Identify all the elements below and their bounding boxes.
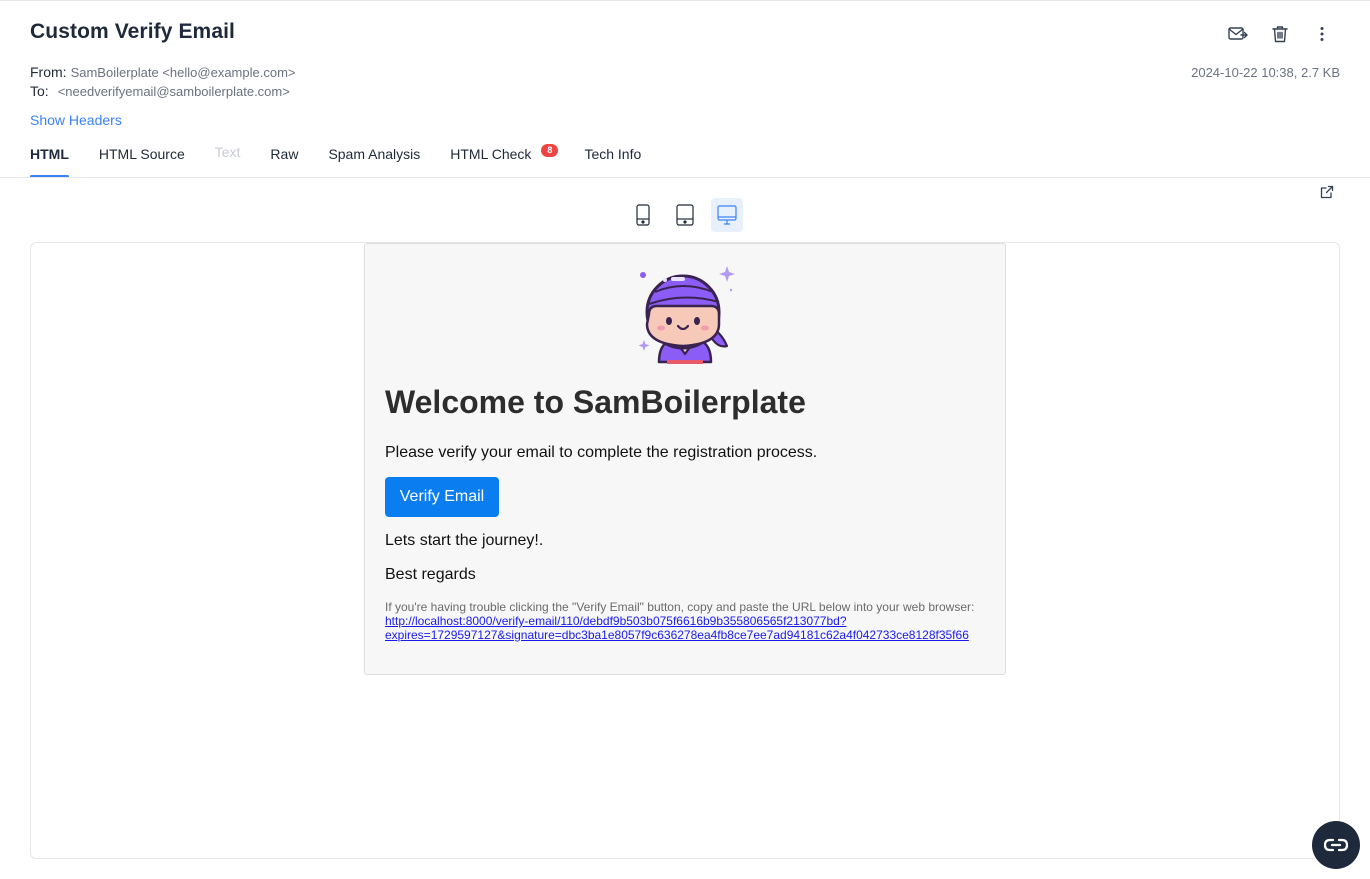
tab-raw[interactable]: Raw [270,140,298,178]
desktop-view-button[interactable] [711,198,743,232]
ninja-mascot-logo [638,266,735,364]
forward-mail-icon [1228,27,1248,40]
header-actions [1226,22,1334,46]
mobile-view-button[interactable] [627,198,659,232]
tab-tech-info[interactable]: Tech Info [584,140,641,178]
more-vertical-icon [1320,27,1324,41]
verify-url-line-2: expires=1729597127&signature=dbc3ba1e805… [385,628,969,642]
tab-html[interactable]: HTML [30,140,69,178]
tablet-view-button[interactable] [669,198,701,232]
tabs-divider [0,177,1370,178]
to-row: To: <needverifyemail@samboilerplate.com> [30,83,290,99]
tab-html-check-label: HTML Check [450,146,532,162]
trash-icon [1272,26,1288,43]
verify-email-button[interactable]: Verify Email [385,477,499,517]
email-subject: Custom Verify Email [30,20,235,43]
tab-html-check[interactable]: HTML Check 8 [450,140,559,178]
open-external-button[interactable] [1320,185,1334,199]
tab-bar: HTML HTML Source Text Raw Spam Analysis … [30,140,671,178]
from-label: From: [30,64,67,80]
html-check-count-badge: 8 [541,144,559,157]
mobile-icon [636,204,650,226]
from-value: SamBoilerplate <hello@example.com> [70,65,296,80]
more-options-button[interactable] [1310,22,1334,46]
trouble-text: If you're having trouble clicking the "V… [385,600,975,614]
tab-text: Text [214,144,241,160]
chat-widget-button[interactable] [1312,821,1360,869]
from-row: From: SamBoilerplate <hello@example.com> [30,64,296,80]
welcome-heading: Welcome to SamBoilerplate [385,384,806,420]
tablet-icon [676,204,694,226]
top-border [0,0,1370,1]
journey-text: Lets start the journey!. [385,532,544,549]
to-value: <needverifyemail@samboilerplate.com> [57,84,290,99]
to-label: To: [30,83,49,99]
device-switcher [627,198,743,232]
regards-text: Best regards [385,566,476,583]
tab-spam-analysis[interactable]: Spam Analysis [328,140,420,178]
verify-url-link[interactable]: http://localhost:8000/verify-email/110/d… [385,614,985,642]
forward-mail-button[interactable] [1226,22,1250,46]
delete-button[interactable] [1268,22,1292,46]
verify-url-line-1: http://localhost:8000/verify-email/110/d… [385,614,847,628]
tab-html-source[interactable]: HTML Source [99,140,185,178]
date-size: 2024-10-22 10:38, 2.7 KB [1191,65,1340,80]
external-link-icon [1320,185,1334,199]
desktop-icon [717,205,737,225]
show-headers-link[interactable]: Show Headers [30,112,122,128]
verify-intro-text: Please verify your email to complete the… [385,444,818,461]
email-body-card: Welcome to SamBoilerplate Please verify … [364,243,1006,675]
link-loop-icon [1323,838,1349,852]
